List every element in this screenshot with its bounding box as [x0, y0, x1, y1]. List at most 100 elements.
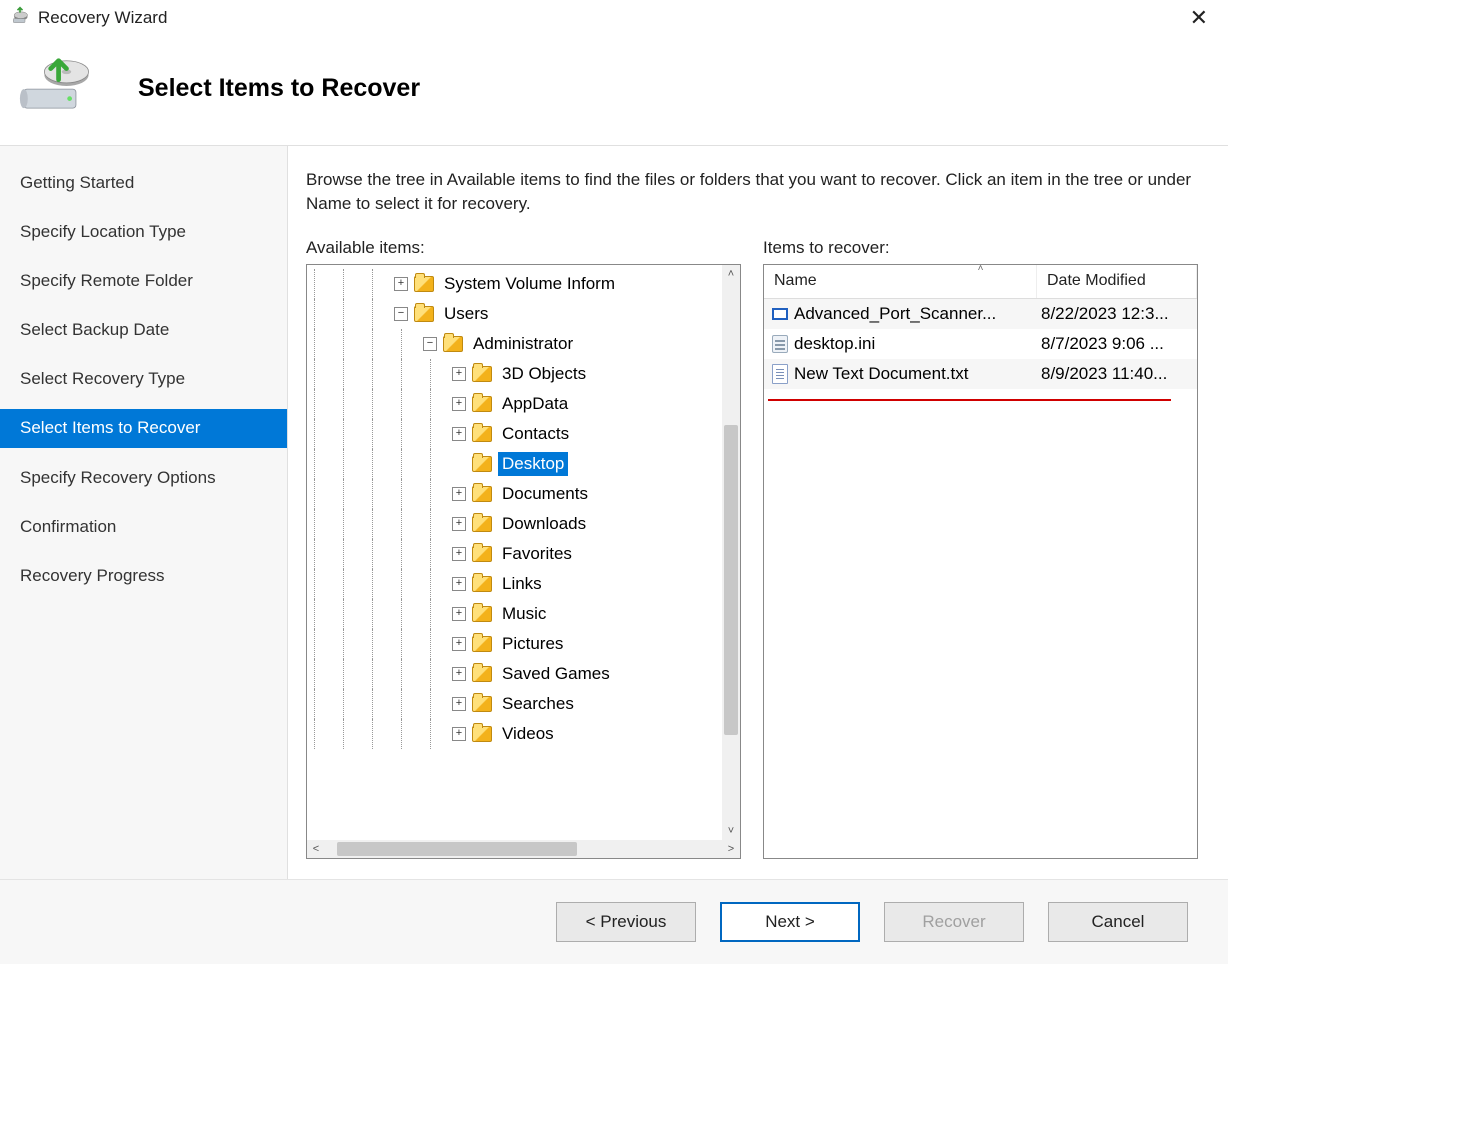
vscroll-thumb[interactable]: [724, 425, 738, 735]
column-header-name[interactable]: Name: [764, 265, 1037, 298]
exe-file-icon: [772, 308, 788, 320]
content-area: Getting Started Specify Location Type Spec…: [0, 145, 1228, 879]
file-name: New Text Document.txt: [794, 364, 1037, 384]
tree-node-contacts[interactable]: + Contacts: [307, 419, 722, 449]
items-to-recover-panel: Items to recover: ˄ Name Date Modified A…: [763, 238, 1198, 859]
tree-node-documents[interactable]: + Documents: [307, 479, 722, 509]
expand-icon[interactable]: +: [394, 277, 408, 291]
folder-icon: [414, 276, 434, 292]
wizard-steps-sidebar: Getting Started Specify Location Type Spec…: [0, 146, 288, 879]
folder-icon: [472, 696, 492, 712]
collapse-icon[interactable]: −: [394, 307, 408, 321]
expand-icon[interactable]: +: [452, 547, 466, 561]
tree-node-label: Links: [498, 572, 546, 596]
tree-node-administrator[interactable]: − Administrator: [307, 329, 722, 359]
tree-node-users[interactable]: − Users: [307, 299, 722, 329]
tree-node-searches[interactable]: + Searches: [307, 689, 722, 719]
collapse-icon[interactable]: −: [423, 337, 437, 351]
tree-node-saved-games[interactable]: + Saved Games: [307, 659, 722, 689]
wizard-footer: < Previous Next > Recover Cancel: [0, 879, 1228, 964]
close-button[interactable]: ✕: [1180, 3, 1218, 33]
no-toggle: [452, 457, 466, 471]
expand-icon[interactable]: +: [452, 487, 466, 501]
folder-icon: [472, 516, 492, 532]
file-list[interactable]: Advanced_Port_Scanner...8/22/2023 12:3..…: [764, 299, 1197, 389]
sidebar-step-8[interactable]: Recovery Progress: [0, 557, 287, 595]
sidebar-step-1[interactable]: Specify Location Type: [0, 213, 287, 251]
scroll-left-arrow[interactable]: <: [307, 840, 325, 858]
folder-icon: [472, 426, 492, 442]
file-date: 8/22/2023 12:3...: [1037, 304, 1197, 324]
folder-icon: [472, 606, 492, 622]
available-items-label: Available items:: [306, 238, 741, 258]
sidebar-step-5[interactable]: Select Items to Recover: [0, 409, 287, 447]
sidebar-step-6[interactable]: Specify Recovery Options: [0, 459, 287, 497]
expand-icon[interactable]: +: [452, 727, 466, 741]
expand-icon[interactable]: +: [452, 397, 466, 411]
sidebar-step-0[interactable]: Getting Started: [0, 164, 287, 202]
tree-node-label: Users: [440, 302, 492, 326]
ini-file-icon: [772, 335, 788, 353]
folder-icon: [472, 546, 492, 562]
hscroll-thumb[interactable]: [337, 842, 577, 856]
expand-icon[interactable]: +: [452, 577, 466, 591]
file-row[interactable]: desktop.ini8/7/2023 9:06 ...: [764, 329, 1197, 359]
tree-node-appdata[interactable]: +AppData: [307, 389, 722, 419]
folder-icon: [472, 396, 492, 412]
tree-node-system-volume-inform[interactable]: +System Volume Inform: [307, 269, 722, 299]
file-row[interactable]: New Text Document.txt8/9/2023 11:40...: [764, 359, 1197, 389]
file-date: 8/7/2023 9:06 ...: [1037, 334, 1197, 354]
tree-node-label: Saved Games: [498, 662, 614, 686]
expand-icon[interactable]: +: [452, 637, 466, 651]
tree-node-desktop[interactable]: Desktop: [307, 449, 722, 479]
tree-hscrollbar[interactable]: < >: [307, 840, 740, 858]
tree-node-videos[interactable]: + Videos: [307, 719, 722, 749]
folder-icon: [472, 576, 492, 592]
previous-button[interactable]: < Previous: [556, 902, 696, 942]
tree-node-music[interactable]: +Music: [307, 599, 722, 629]
panels-row: Available items: +System Volume Inform−U…: [306, 238, 1198, 859]
tree-node-pictures[interactable]: + Pictures: [307, 629, 722, 659]
cancel-button[interactable]: Cancel: [1048, 902, 1188, 942]
scroll-right-arrow[interactable]: >: [722, 840, 740, 858]
recovery-wizard-window: Recovery Wizard ✕ Select Items to Recove…: [0, 0, 1228, 964]
sort-indicator-icon: ˄: [978, 264, 984, 274]
tree-node-downloads[interactable]: +Downloads: [307, 509, 722, 539]
tree-node-label: Contacts: [498, 422, 573, 446]
main-panel: Browse the tree in Available items to fi…: [288, 146, 1228, 879]
expand-icon[interactable]: +: [452, 517, 466, 531]
file-row[interactable]: Advanced_Port_Scanner...8/22/2023 12:3..…: [764, 299, 1197, 329]
folder-icon: [472, 636, 492, 652]
tree-node-label: Favorites: [498, 542, 576, 566]
expand-icon[interactable]: +: [452, 427, 466, 441]
folder-icon: [472, 366, 492, 382]
recover-button: Recover: [884, 902, 1024, 942]
scroll-up-arrow[interactable]: ˄: [722, 265, 740, 283]
tree-node-label: Videos: [498, 722, 558, 746]
tree-vscrollbar[interactable]: ˄ ˅: [722, 265, 740, 840]
tree-node-label: Pictures: [498, 632, 567, 656]
tree-node-favorites[interactable]: + Favorites: [307, 539, 722, 569]
file-date: 8/9/2023 11:40...: [1037, 364, 1197, 384]
scroll-down-arrow[interactable]: ˅: [722, 822, 740, 840]
sidebar-step-4[interactable]: Select Recovery Type: [0, 360, 287, 398]
expand-icon[interactable]: +: [452, 367, 466, 381]
txt-file-icon: [772, 364, 788, 384]
sidebar-step-2[interactable]: Specify Remote Folder: [0, 262, 287, 300]
tree-node-3d-objects[interactable]: +3D Objects: [307, 359, 722, 389]
column-header-date[interactable]: Date Modified: [1037, 265, 1197, 298]
available-items-box: +System Volume Inform−Users−Administrato…: [306, 264, 741, 859]
items-to-recover-label: Items to recover:: [763, 238, 1198, 258]
tree-node-label: Administrator: [469, 332, 577, 356]
next-button[interactable]: Next >: [720, 902, 860, 942]
tree-node-label: Searches: [498, 692, 578, 716]
tree-node-links[interactable]: + Links: [307, 569, 722, 599]
expand-icon[interactable]: +: [452, 607, 466, 621]
expand-icon[interactable]: +: [452, 697, 466, 711]
tree-view[interactable]: +System Volume Inform−Users−Administrato…: [307, 265, 722, 840]
instructions-text: Browse the tree in Available items to fi…: [306, 168, 1198, 216]
expand-icon[interactable]: +: [452, 667, 466, 681]
tree-node-label: Documents: [498, 482, 592, 506]
sidebar-step-7[interactable]: Confirmation: [0, 508, 287, 546]
sidebar-step-3[interactable]: Select Backup Date: [0, 311, 287, 349]
